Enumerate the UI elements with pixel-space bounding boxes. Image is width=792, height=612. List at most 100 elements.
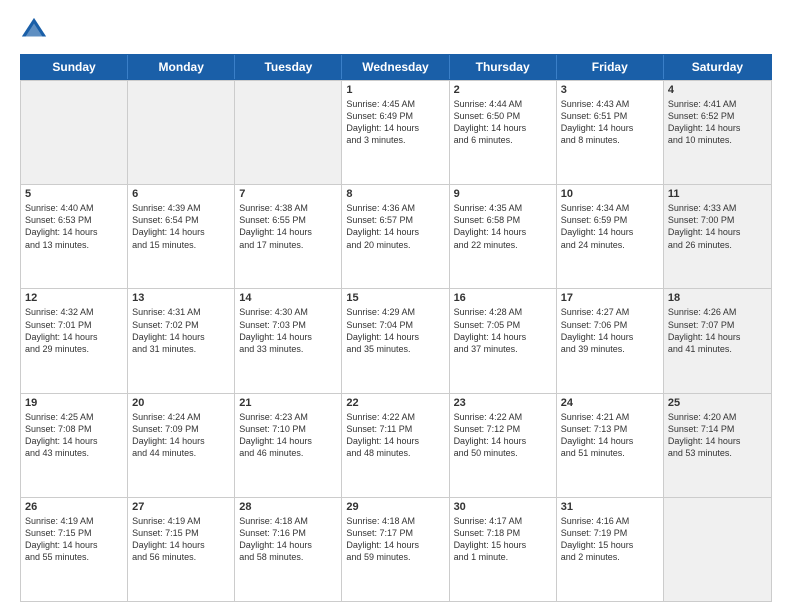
calendar-header-row: SundayMondayTuesdayWednesdayThursdayFrid… — [20, 54, 772, 80]
calendar-cell: 11 Sunrise: 4:33 AM Sunset: 7:00 PM Dayli… — [664, 185, 771, 288]
day-number: 22 — [346, 397, 444, 409]
cell-info: Sunrise: 4:19 AM Sunset: 7:15 PM Dayligh… — [132, 515, 230, 564]
calendar-cell: 12 Sunrise: 4:32 AM Sunset: 7:01 PM Dayli… — [21, 289, 128, 392]
day-number: 29 — [346, 501, 444, 513]
calendar-cell: 6 Sunrise: 4:39 AM Sunset: 6:54 PM Daylig… — [128, 185, 235, 288]
day-number: 15 — [346, 292, 444, 304]
day-number: 1 — [346, 84, 444, 96]
calendar-header-day: Friday — [557, 55, 664, 79]
calendar-cell — [664, 498, 771, 601]
calendar-cell: 3 Sunrise: 4:43 AM Sunset: 6:51 PM Daylig… — [557, 81, 664, 184]
day-number: 7 — [239, 188, 337, 200]
day-number: 3 — [561, 84, 659, 96]
calendar-week-row: 1 Sunrise: 4:45 AM Sunset: 6:49 PM Daylig… — [21, 80, 771, 184]
calendar-week-row: 5 Sunrise: 4:40 AM Sunset: 6:53 PM Daylig… — [21, 184, 771, 288]
header — [20, 16, 772, 44]
cell-info: Sunrise: 4:16 AM Sunset: 7:19 PM Dayligh… — [561, 515, 659, 564]
day-number: 4 — [668, 84, 767, 96]
cell-info: Sunrise: 4:17 AM Sunset: 7:18 PM Dayligh… — [454, 515, 552, 564]
day-number: 19 — [25, 397, 123, 409]
cell-info: Sunrise: 4:38 AM Sunset: 6:55 PM Dayligh… — [239, 202, 337, 251]
day-number: 5 — [25, 188, 123, 200]
calendar-cell: 21Sunrise: 4:23 AM Sunset: 7:10 PM Dayli… — [235, 394, 342, 497]
day-number: 31 — [561, 501, 659, 513]
day-number: 23 — [454, 397, 552, 409]
day-number: 26 — [25, 501, 123, 513]
calendar-cell: 29Sunrise: 4:18 AM Sunset: 7:17 PM Dayli… — [342, 498, 449, 601]
calendar-cell: 28 Sunrise: 4:18 AM Sunset: 7:16 PM Dayli… — [235, 498, 342, 601]
calendar-cell: 9Sunrise: 4:35 AM Sunset: 6:58 PM Daylig… — [450, 185, 557, 288]
cell-info: Sunrise: 4:32 AM Sunset: 7:01 PM Dayligh… — [25, 306, 123, 355]
day-number: 6 — [132, 188, 230, 200]
calendar-cell: 10 Sunrise: 4:34 AM Sunset: 6:59 PM Dayli… — [557, 185, 664, 288]
cell-info: Sunrise: 4:30 AM Sunset: 7:03 PM Dayligh… — [239, 306, 337, 355]
cell-info: Sunrise: 4:25 AM Sunset: 7:08 PM Dayligh… — [25, 411, 123, 460]
cell-info: Sunrise: 4:39 AM Sunset: 6:54 PM Dayligh… — [132, 202, 230, 251]
day-number: 17 — [561, 292, 659, 304]
day-number: 2 — [454, 84, 552, 96]
day-number: 27 — [132, 501, 230, 513]
calendar-cell: 14 Sunrise: 4:30 AM Sunset: 7:03 PM Dayli… — [235, 289, 342, 392]
calendar-header-day: Sunday — [21, 55, 128, 79]
cell-info: Sunrise: 4:45 AM Sunset: 6:49 PM Dayligh… — [346, 98, 444, 147]
day-number: 16 — [454, 292, 552, 304]
logo — [20, 16, 52, 44]
calendar-cell: 27 Sunrise: 4:19 AM Sunset: 7:15 PM Dayli… — [128, 498, 235, 601]
cell-info: Sunrise: 4:36 AM Sunset: 6:57 PM Dayligh… — [346, 202, 444, 251]
calendar-cell: 16Sunrise: 4:28 AM Sunset: 7:05 PM Dayli… — [450, 289, 557, 392]
calendar: SundayMondayTuesdayWednesdayThursdayFrid… — [20, 54, 772, 602]
calendar-cell: 20 Sunrise: 4:24 AM Sunset: 7:09 PM Dayli… — [128, 394, 235, 497]
calendar-cell: 30 Sunrise: 4:17 AM Sunset: 7:18 PM Dayli… — [450, 498, 557, 601]
day-number: 21 — [239, 397, 337, 409]
day-number: 8 — [346, 188, 444, 200]
cell-info: Sunrise: 4:40 AM Sunset: 6:53 PM Dayligh… — [25, 202, 123, 251]
calendar-cell: 23Sunrise: 4:22 AM Sunset: 7:12 PM Dayli… — [450, 394, 557, 497]
cell-info: Sunrise: 4:26 AM Sunset: 7:07 PM Dayligh… — [668, 306, 767, 355]
day-number: 14 — [239, 292, 337, 304]
calendar-week-row: 12 Sunrise: 4:32 AM Sunset: 7:01 PM Dayli… — [21, 288, 771, 392]
cell-info: Sunrise: 4:19 AM Sunset: 7:15 PM Dayligh… — [25, 515, 123, 564]
page: SundayMondayTuesdayWednesdayThursdayFrid… — [0, 0, 792, 612]
calendar-cell: 2Sunrise: 4:44 AM Sunset: 6:50 PM Daylig… — [450, 81, 557, 184]
calendar-cell — [235, 81, 342, 184]
cell-info: Sunrise: 4:24 AM Sunset: 7:09 PM Dayligh… — [132, 411, 230, 460]
calendar-cell: 25 Sunrise: 4:20 AM Sunset: 7:14 PM Dayli… — [664, 394, 771, 497]
day-number: 12 — [25, 292, 123, 304]
calendar-cell: 24 Sunrise: 4:21 AM Sunset: 7:13 PM Dayli… — [557, 394, 664, 497]
day-number: 25 — [668, 397, 767, 409]
cell-info: Sunrise: 4:27 AM Sunset: 7:06 PM Dayligh… — [561, 306, 659, 355]
day-number: 20 — [132, 397, 230, 409]
cell-info: Sunrise: 4:35 AM Sunset: 6:58 PM Dayligh… — [454, 202, 552, 251]
cell-info: Sunrise: 4:20 AM Sunset: 7:14 PM Dayligh… — [668, 411, 767, 460]
cell-info: Sunrise: 4:34 AM Sunset: 6:59 PM Dayligh… — [561, 202, 659, 251]
calendar-body: 1 Sunrise: 4:45 AM Sunset: 6:49 PM Daylig… — [20, 80, 772, 602]
cell-info: Sunrise: 4:33 AM Sunset: 7:00 PM Dayligh… — [668, 202, 767, 251]
cell-info: Sunrise: 4:18 AM Sunset: 7:16 PM Dayligh… — [239, 515, 337, 564]
day-number: 30 — [454, 501, 552, 513]
calendar-cell — [128, 81, 235, 184]
cell-info: Sunrise: 4:21 AM Sunset: 7:13 PM Dayligh… — [561, 411, 659, 460]
day-number: 24 — [561, 397, 659, 409]
calendar-cell: 8 Sunrise: 4:36 AM Sunset: 6:57 PM Daylig… — [342, 185, 449, 288]
calendar-week-row: 26 Sunrise: 4:19 AM Sunset: 7:15 PM Dayli… — [21, 497, 771, 601]
day-number: 10 — [561, 188, 659, 200]
cell-info: Sunrise: 4:29 AM Sunset: 7:04 PM Dayligh… — [346, 306, 444, 355]
cell-info: Sunrise: 4:43 AM Sunset: 6:51 PM Dayligh… — [561, 98, 659, 147]
day-number: 11 — [668, 188, 767, 200]
calendar-header-day: Thursday — [450, 55, 557, 79]
cell-info: Sunrise: 4:31 AM Sunset: 7:02 PM Dayligh… — [132, 306, 230, 355]
calendar-cell: 4Sunrise: 4:41 AM Sunset: 6:52 PM Daylig… — [664, 81, 771, 184]
logo-icon — [20, 16, 48, 44]
calendar-cell: 17 Sunrise: 4:27 AM Sunset: 7:06 PM Dayli… — [557, 289, 664, 392]
calendar-header-day: Wednesday — [342, 55, 449, 79]
day-number: 28 — [239, 501, 337, 513]
calendar-cell: 26 Sunrise: 4:19 AM Sunset: 7:15 PM Dayli… — [21, 498, 128, 601]
calendar-cell: 19 Sunrise: 4:25 AM Sunset: 7:08 PM Dayli… — [21, 394, 128, 497]
calendar-cell: 15 Sunrise: 4:29 AM Sunset: 7:04 PM Dayli… — [342, 289, 449, 392]
cell-info: Sunrise: 4:22 AM Sunset: 7:11 PM Dayligh… — [346, 411, 444, 460]
day-number: 18 — [668, 292, 767, 304]
calendar-cell: 5 Sunrise: 4:40 AM Sunset: 6:53 PM Daylig… — [21, 185, 128, 288]
calendar-header-day: Saturday — [664, 55, 771, 79]
calendar-header-day: Tuesday — [235, 55, 342, 79]
day-number: 13 — [132, 292, 230, 304]
